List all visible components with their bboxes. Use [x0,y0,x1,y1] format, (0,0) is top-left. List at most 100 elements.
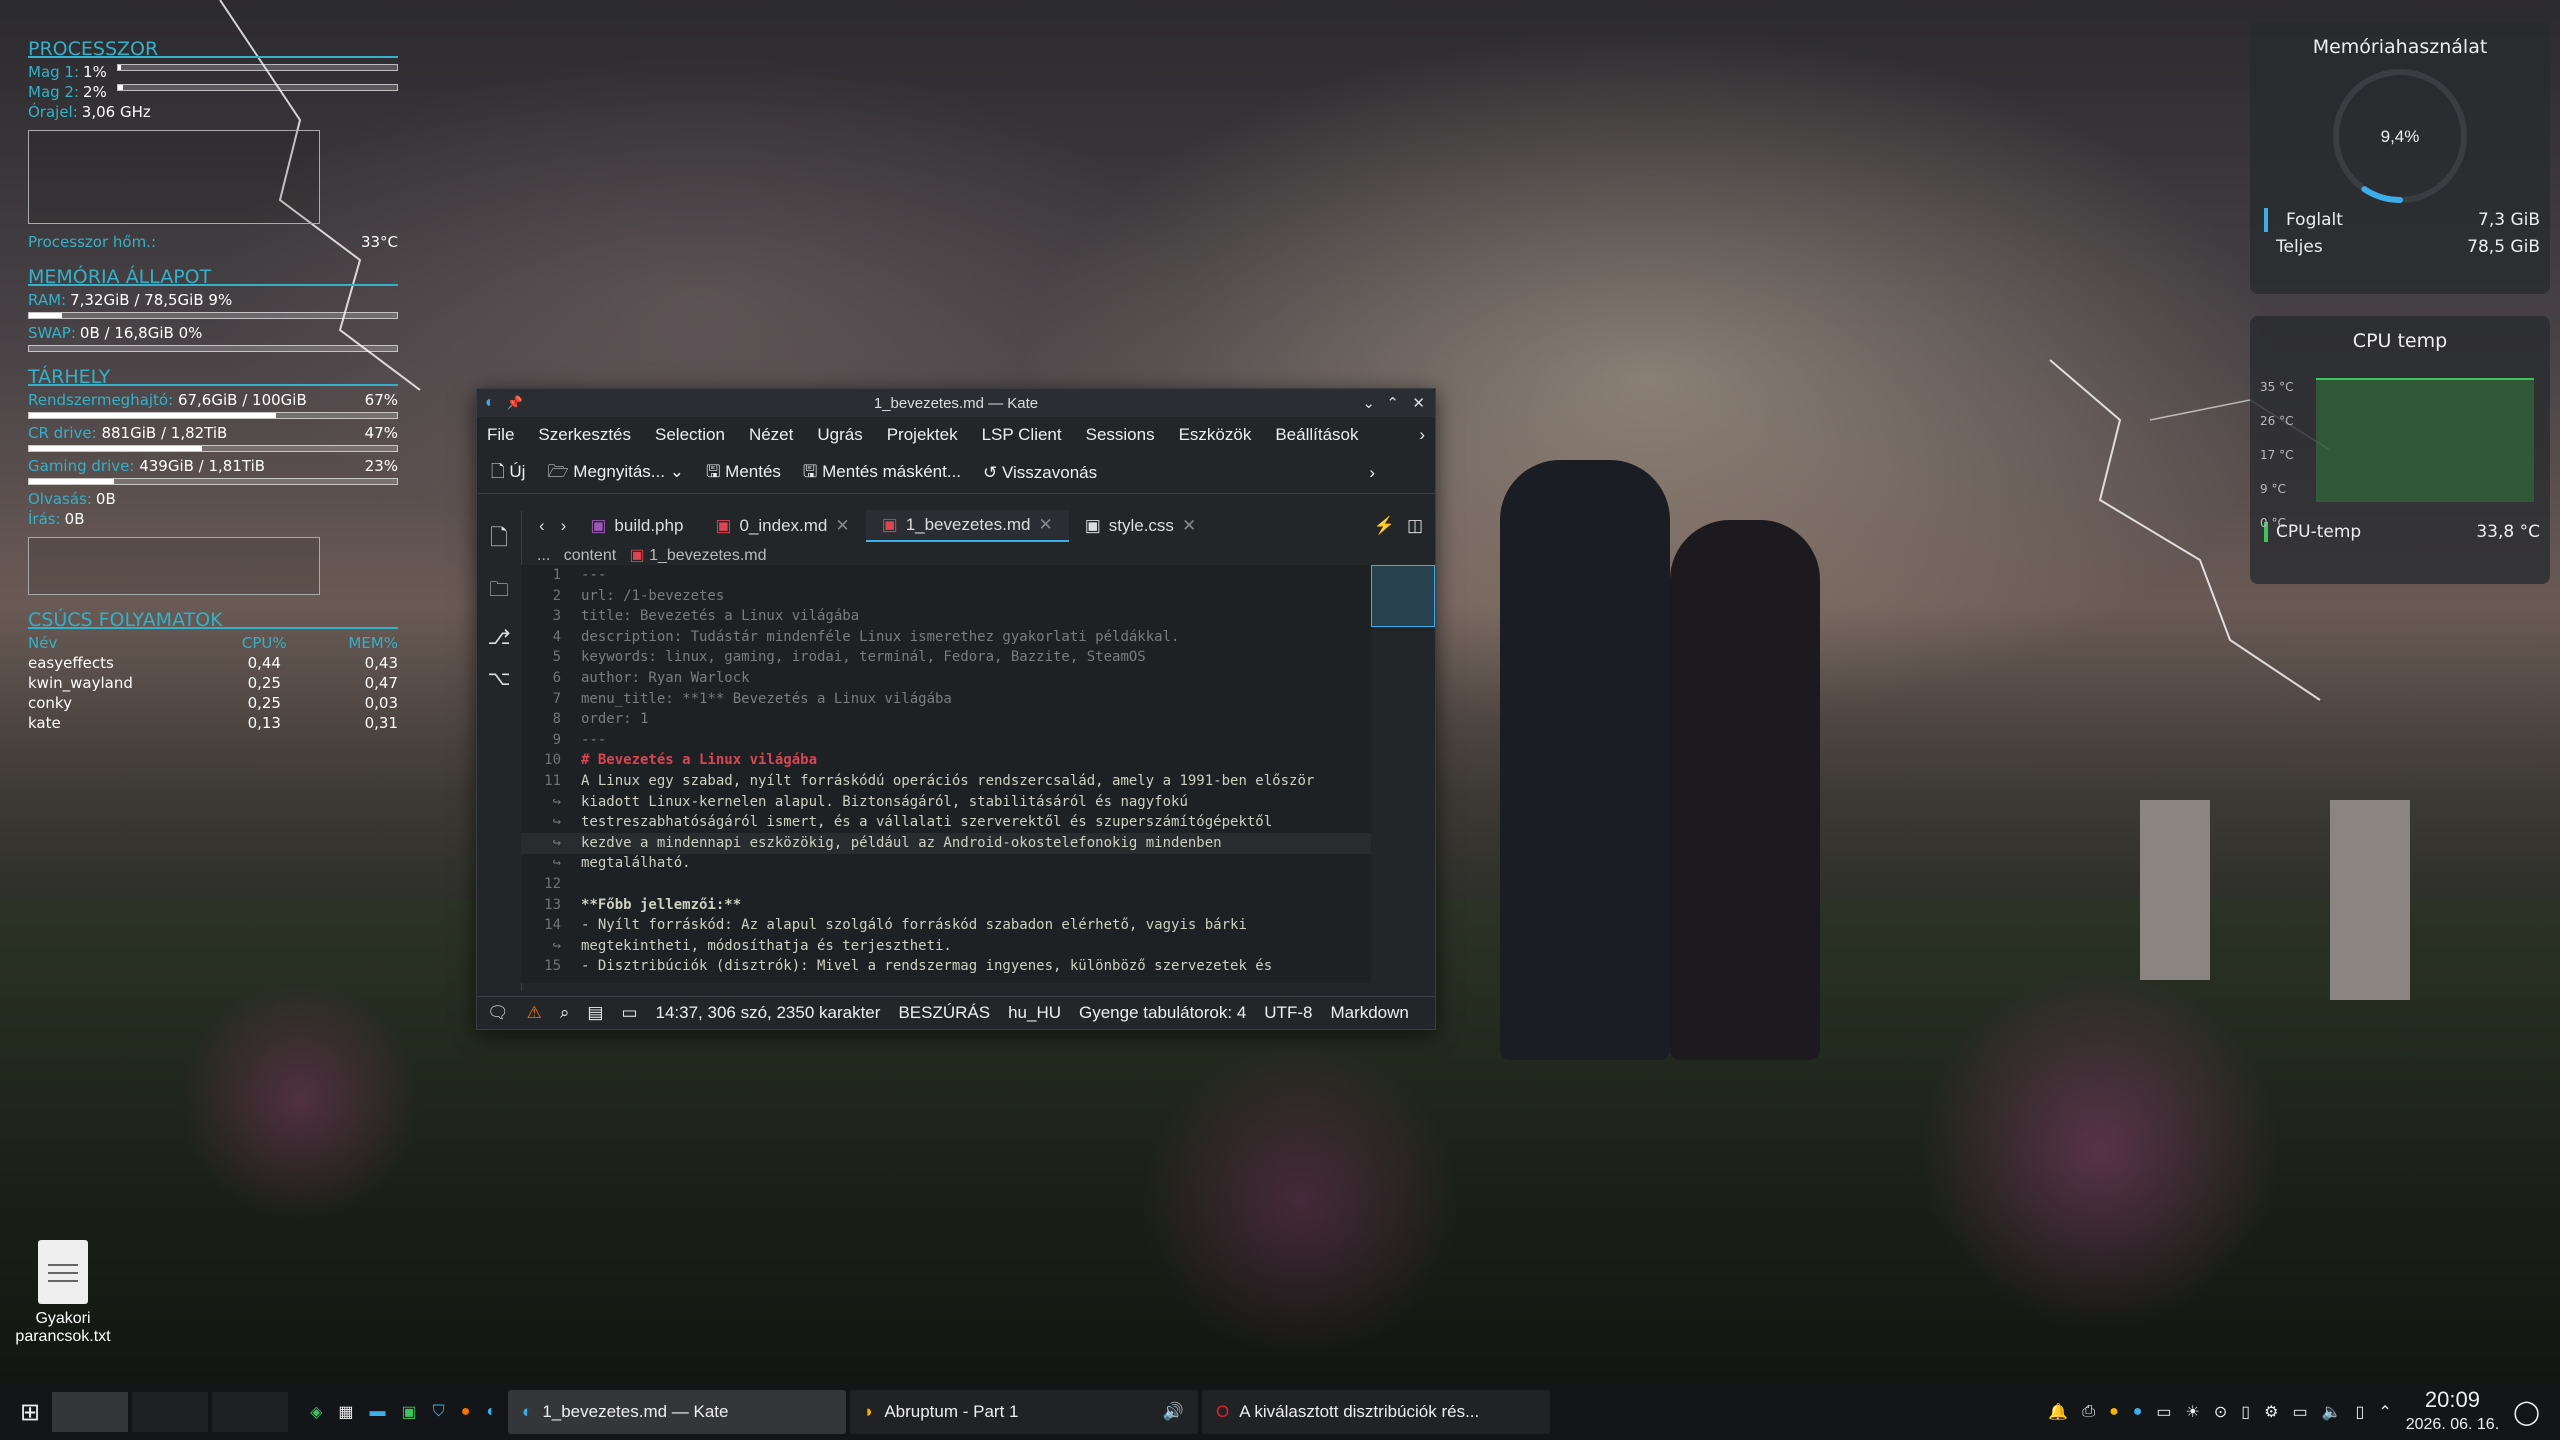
code-line[interactable]: --- [581,565,1371,586]
code-line[interactable]: testreszabhatóságáról ismert, és a válla… [581,812,1371,833]
task-kate[interactable]: ◐ 1_bevezetes.md — Kate [508,1390,847,1434]
peek-desktop-icon[interactable]: ◯ [2513,1398,2540,1427]
code-text[interactable]: --- url: /1-bevezetes title: Bevezetés a L… [581,565,1371,977]
tab-build-php[interactable]: ▣ build.php [574,511,699,541]
kate-launcher-icon[interactable]: ◐ [486,1403,496,1421]
vpn-icon[interactable]: ◈ [310,1402,322,1422]
menu-go[interactable]: Ugrás [817,425,862,445]
tab-0-index-md[interactable]: ▣ 0_index.md ✕ [699,511,865,541]
media-icon[interactable]: ⊙ [2214,1402,2227,1422]
documents-icon[interactable]: 🗋 [477,521,521,559]
menu-lsp-client[interactable]: LSP Client [982,425,1062,445]
minimize-icon[interactable]: ⌄ [1362,394,1375,412]
browser-icon[interactable]: ● [461,1403,471,1421]
input-mode[interactable]: BESZÚRÁS [898,1003,990,1023]
clipboard-icon[interactable]: ▯ [2241,1402,2250,1422]
new-button[interactable]: 🗋 Új [491,459,525,488]
display-icon[interactable]: ▭ [2292,1402,2307,1422]
tab-1-bevezetes-md[interactable]: ▣ 1_bevezetes.md ✕ [865,510,1069,542]
toolbar-overflow-icon[interactable]: › [1369,463,1375,483]
task-opera[interactable]: O A kiválasztott disztribúciók rés... [1202,1390,1551,1434]
search-icon[interactable]: ⌕ [560,1003,570,1023]
code-line[interactable]: --- [581,730,1371,751]
menu-projects[interactable]: Projektek [887,425,958,445]
close-tab-icon[interactable]: ✕ [1182,516,1196,536]
notification-icon[interactable]: 🔔 [2048,1402,2068,1422]
code-line[interactable]: **Főbb jellemzői:** [581,895,1371,916]
code-line[interactable]: order: 1 [581,709,1371,730]
tab-style-css[interactable]: ▣ style.css ✕ [1069,511,1213,541]
phone-icon[interactable]: ▯ [2356,1402,2365,1422]
project-icon[interactable]: ▤ [587,1003,603,1023]
spellcheck-language[interactable]: hu_HU [1008,1003,1061,1023]
steam-icon[interactable]: ● [2133,1403,2143,1421]
code-line[interactable]: A Linux egy szabad, nyílt forráskódú ope… [581,771,1371,792]
keyboard-icon[interactable]: ▭ [2156,1402,2171,1422]
code-line[interactable]: author: Ryan Warlock [581,668,1371,689]
close-icon[interactable]: ✕ [1412,394,1425,412]
file-manager-icon[interactable]: ▬ [370,1403,386,1421]
breadcrumb-file[interactable]: 1_bevezetes.md [649,547,766,564]
code-line[interactable]: keywords: linux, gaming, irodai, terminá… [581,647,1371,668]
menu-tools[interactable]: Eszközök [1179,425,1252,445]
outline-icon[interactable]: ⌥ [477,666,521,691]
code-line[interactable]: - Nyílt forráskód: Az alapul szolgáló fo… [581,915,1371,936]
virtual-desktop-pager[interactable] [52,1392,289,1432]
code-line[interactable]: url: /1-bevezetes [581,586,1371,607]
code-line[interactable]: title: Bevezetés a Linux világába [581,606,1371,627]
code-line[interactable]: menu_title: **1** Bevezetés a Linux vilá… [581,689,1371,710]
desktop-file-icon[interactable]: Gyakori parancsok.txt [8,1240,118,1346]
syntax-mode[interactable]: Markdown [1330,1003,1408,1023]
cpu-temp-widget[interactable]: CPU temp 35 °C 26 °C 17 °C 9 °C 0 °C CPU… [2250,316,2550,584]
code-line[interactable]: megtalálható. [581,853,1371,874]
close-tab-icon[interactable]: ✕ [1038,515,1052,535]
update-icon[interactable]: ● [2109,1403,2119,1421]
menu-view[interactable]: Nézet [749,425,793,445]
printer-icon[interactable]: ⎙ [2082,1403,2095,1421]
spreadsheet-icon[interactable]: ▣ [402,1402,417,1422]
window-titlebar[interactable]: ◐ 📌 1_bevezetes.md — Kate ⌄ ⌃ ✕ [477,389,1435,417]
kate-window[interactable]: ◐ 📌 1_bevezetes.md — Kate ⌄ ⌃ ✕ File Sze… [476,388,1436,1030]
tab-prev-icon[interactable]: ‹ [531,516,553,536]
speaker-icon[interactable]: 🔊 [1163,1402,1184,1422]
menu-sessions[interactable]: Sessions [1086,425,1155,445]
code-line[interactable]: description: Tudástár mindenféle Linux i… [581,627,1371,648]
minimap[interactable] [1371,565,1435,627]
menu-file[interactable]: File [487,425,514,445]
task-music-player[interactable]: ◗ Abruptum - Part 1 🔊 [850,1390,1199,1434]
desktop-3[interactable] [212,1392,289,1432]
code-line[interactable]: kezdve a mindennapi eszközökig, például … [581,833,1371,854]
folder-icon[interactable]: 🗀 [477,575,521,609]
volume-icon[interactable]: 🔈 [2322,1402,2342,1422]
warning-icon[interactable]: ⚠ [527,1003,542,1023]
desktop-2[interactable] [132,1392,209,1432]
settings-icon[interactable]: ⚙ [2264,1402,2278,1422]
clock[interactable]: 20:09 2026. 06. 16. [2406,1388,2499,1436]
encoding[interactable]: UTF-8 [1264,1003,1312,1023]
desktop-1[interactable] [52,1392,129,1432]
close-tab-icon[interactable]: ✕ [835,516,849,536]
menu-edit[interactable]: Szerkesztés [538,425,631,445]
maximize-icon[interactable]: ⌃ [1386,394,1399,412]
menu-overflow-icon[interactable]: › [1419,425,1425,445]
tray-expand-icon[interactable]: ⌃ [2378,1402,2391,1422]
save-as-button[interactable]: 🖫 Mentés másként... [803,459,961,488]
git-icon[interactable]: ⎇ [477,625,521,650]
code-editor[interactable]: 1 2 3 4 5 6 7 8 9 10 11 ↪ ↪ ↪ ↪ 12 13 14 ↪ 15 --- url: /1-be… [521,565,1371,983]
code-line[interactable]: # Bevezetés a Linux világába [581,750,1371,771]
code-line[interactable]: kiadott Linux-kernelen alapul. Biztonság… [581,792,1371,813]
tab-next-icon[interactable]: › [553,516,575,536]
cursor-position[interactable]: 14:37, 306 szó, 2350 karakter [656,1003,881,1023]
breadcrumb-ellipsis[interactable]: ... [537,547,550,564]
split-view-icon[interactable]: ◫ [1407,516,1423,536]
open-button[interactable]: 🗁 Megnyitás... ⌄ [547,459,683,488]
quick-open-icon[interactable]: ⚡ [1374,516,1395,536]
brightness-icon[interactable]: ☀ [2186,1402,2200,1422]
terminal-icon[interactable]: ▭ [621,1003,637,1023]
code-line[interactable]: - Disztribúciók (disztrók): Mivel a rend… [581,956,1371,977]
messages-icon[interactable]: 🗨 [487,1003,509,1023]
save-button[interactable]: 🖫 Mentés [706,459,781,488]
code-line[interactable] [581,874,1371,895]
menu-settings[interactable]: Beállítások [1275,425,1358,445]
grid-icon[interactable]: ▦ [338,1402,353,1422]
